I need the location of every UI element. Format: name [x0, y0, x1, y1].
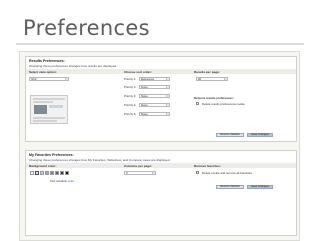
priority-2-value: None — [141, 85, 148, 89]
delete-results-cookie-checkbox[interactable] — [196, 102, 199, 105]
page-title: Preferences — [23, 16, 150, 40]
favorites-preferences-panel: My Favorites Preferences: Changing these… — [25, 150, 297, 236]
results-panel-description: Changing these preferences changes how r… — [29, 64, 118, 68]
results-per-page-select[interactable]: 20 — [196, 77, 228, 81]
color-swatch[interactable] — [50, 171, 54, 175]
restore-defaults-button[interactable]: Restore defaults — [216, 133, 244, 137]
priority-3-value: None — [141, 94, 148, 98]
delete-results-cookie-label: Delete results preferences cookie — [202, 102, 245, 106]
view-preview-thumbnail — [30, 95, 68, 124]
priority-5-value: None — [141, 112, 148, 116]
delete-favorites-label: Delete cookie and remove all Favorites — [202, 171, 252, 175]
remove-favorites-header: Remove favorites: — [194, 163, 221, 168]
results-panel-title: Results Preferences: — [29, 59, 65, 63]
chevron-down-icon — [152, 172, 155, 174]
sort-order-header: Choose sort order: — [124, 69, 152, 74]
priority-1-select[interactable]: Relevance — [139, 77, 170, 81]
color-swatch[interactable] — [60, 171, 64, 175]
priority-2-select[interactable]: None — [139, 85, 170, 89]
results-preferences-panel: Results Preferences: Changing these pref… — [25, 56, 297, 142]
save-changes-button[interactable]: Save Changes — [247, 133, 273, 137]
results-per-page-value: 20 — [198, 77, 202, 81]
view-option-value: Grid — [31, 77, 37, 81]
color-swatch[interactable] — [45, 171, 49, 175]
view-option-header: Select view option: — [29, 69, 58, 74]
priority-1-label: Priority 1: — [124, 77, 137, 81]
remove-results-header: Remove results preferences: — [194, 96, 234, 100]
favorites-restore-defaults-button[interactable]: Restore defaults — [216, 185, 244, 189]
edit-text-color-link[interactable]: Edit color — [62, 179, 74, 183]
chevron-down-icon — [224, 78, 227, 80]
priority-4-label: Priority 4: — [124, 103, 137, 107]
color-swatch[interactable] — [55, 171, 59, 175]
columns-per-page-header: Columns per page: — [124, 163, 153, 168]
chevron-down-icon — [166, 113, 169, 115]
chevron-down-icon — [166, 78, 169, 80]
columns-per-page-select[interactable]: 3 — [124, 171, 156, 175]
favorites-panel-title: My Favorites Preferences: — [29, 153, 74, 157]
chevron-down-icon — [166, 86, 169, 88]
title-divider — [16, 43, 304, 45]
delete-favorites-checkbox[interactable] — [196, 171, 199, 174]
color-swatch[interactable] — [40, 171, 44, 175]
favorites-panel-description: Changing these preferences changes how M… — [29, 158, 171, 162]
color-swatch[interactable] — [30, 171, 34, 175]
results-column-headers: Select view option: Choose sort order: R… — [26, 69, 296, 74]
priority-1-value: Relevance — [141, 77, 155, 81]
priority-3-label: Priority 3: — [124, 94, 137, 98]
chevron-down-icon — [65, 78, 68, 80]
chevron-down-icon — [166, 95, 169, 97]
preview-image — [34, 105, 47, 114]
color-swatch[interactable] — [65, 171, 69, 175]
view-option-select[interactable]: Grid — [29, 77, 69, 81]
priority-5-label: Priority 5: — [124, 112, 137, 116]
favorites-save-changes-button[interactable]: Save Changes — [247, 185, 273, 189]
priority-5-select[interactable]: None — [139, 112, 170, 116]
columns-per-page-value: 3 — [126, 171, 128, 175]
favorites-column-headers: Background color: Columns per page: Remo… — [26, 163, 296, 168]
chevron-down-icon — [166, 104, 169, 106]
priority-4-select[interactable]: None — [139, 103, 170, 107]
priority-3-select[interactable]: None — [139, 94, 170, 98]
priority-4-value: None — [141, 103, 148, 107]
results-per-page-header: Results per page: — [194, 69, 220, 74]
background-color-header: Background color: — [29, 163, 57, 168]
priority-2-label: Priority 2: — [124, 85, 137, 89]
preferences-page: Results Preferences: Changing these pref… — [19, 51, 300, 241]
color-swatch-selected[interactable] — [35, 171, 39, 175]
